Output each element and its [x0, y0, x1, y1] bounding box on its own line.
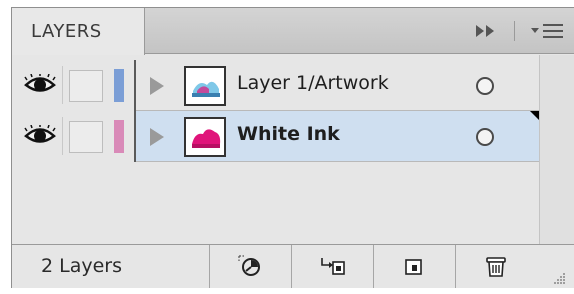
- empty-layer-area: [12, 164, 539, 244]
- tab-layers[interactable]: LAYERS: [12, 8, 145, 55]
- collapse-panel-icon[interactable]: [476, 24, 498, 38]
- locate-object-icon: [238, 255, 260, 276]
- eye-icon: [24, 125, 56, 143]
- layer-name[interactable]: Layer 1/Artwork: [237, 72, 389, 94]
- artwork-thumbnail: [184, 66, 226, 106]
- panel-menu-icon[interactable]: [531, 22, 565, 40]
- layer-name[interactable]: White Ink: [237, 123, 340, 145]
- expand-arrow-icon[interactable]: [150, 128, 164, 146]
- layer-controls: [12, 111, 136, 162]
- white-ink-thumbnail: [184, 117, 226, 157]
- make-clipping-mask-icon: [321, 258, 345, 275]
- panel-scroll-strip: [539, 55, 574, 244]
- new-sublayer-button[interactable]: [373, 245, 455, 288]
- layer-count: 2 Layers: [41, 255, 123, 277]
- target-circle-icon[interactable]: [476, 128, 494, 146]
- lock-toggle[interactable]: [69, 121, 103, 153]
- new-sublayer-icon: [405, 259, 422, 275]
- layer-color-indicator: [114, 69, 124, 102]
- expand-arrow-icon[interactable]: [150, 77, 164, 95]
- layer-list: Layer 1/Artwork White Ink: [12, 60, 539, 162]
- trash-icon: [486, 257, 506, 277]
- layer-color-indicator: [114, 120, 124, 153]
- visibility-toggle[interactable]: [19, 66, 63, 104]
- layer-row-white-ink[interactable]: White Ink: [12, 111, 539, 162]
- layer-controls: [12, 60, 136, 111]
- panel-footer: 2 Layers: [12, 244, 574, 288]
- visibility-toggle[interactable]: [19, 117, 63, 155]
- resize-grip-icon[interactable]: [552, 271, 566, 285]
- eye-icon: [24, 74, 56, 92]
- lock-toggle[interactable]: [69, 70, 103, 102]
- delete-layer-button[interactable]: [455, 245, 537, 288]
- selection-indicator: [530, 111, 539, 120]
- header-divider: [514, 21, 515, 41]
- layers-panel: LAYERS Layer 1/Artwork White Ink 2 Layer…: [11, 7, 574, 288]
- panel-header: LAYERS: [12, 8, 574, 55]
- locate-object-button[interactable]: [209, 245, 291, 288]
- make-clipping-mask-button[interactable]: [291, 245, 373, 288]
- target-circle-icon[interactable]: [476, 77, 494, 95]
- layer-row-artwork[interactable]: Layer 1/Artwork: [12, 60, 539, 111]
